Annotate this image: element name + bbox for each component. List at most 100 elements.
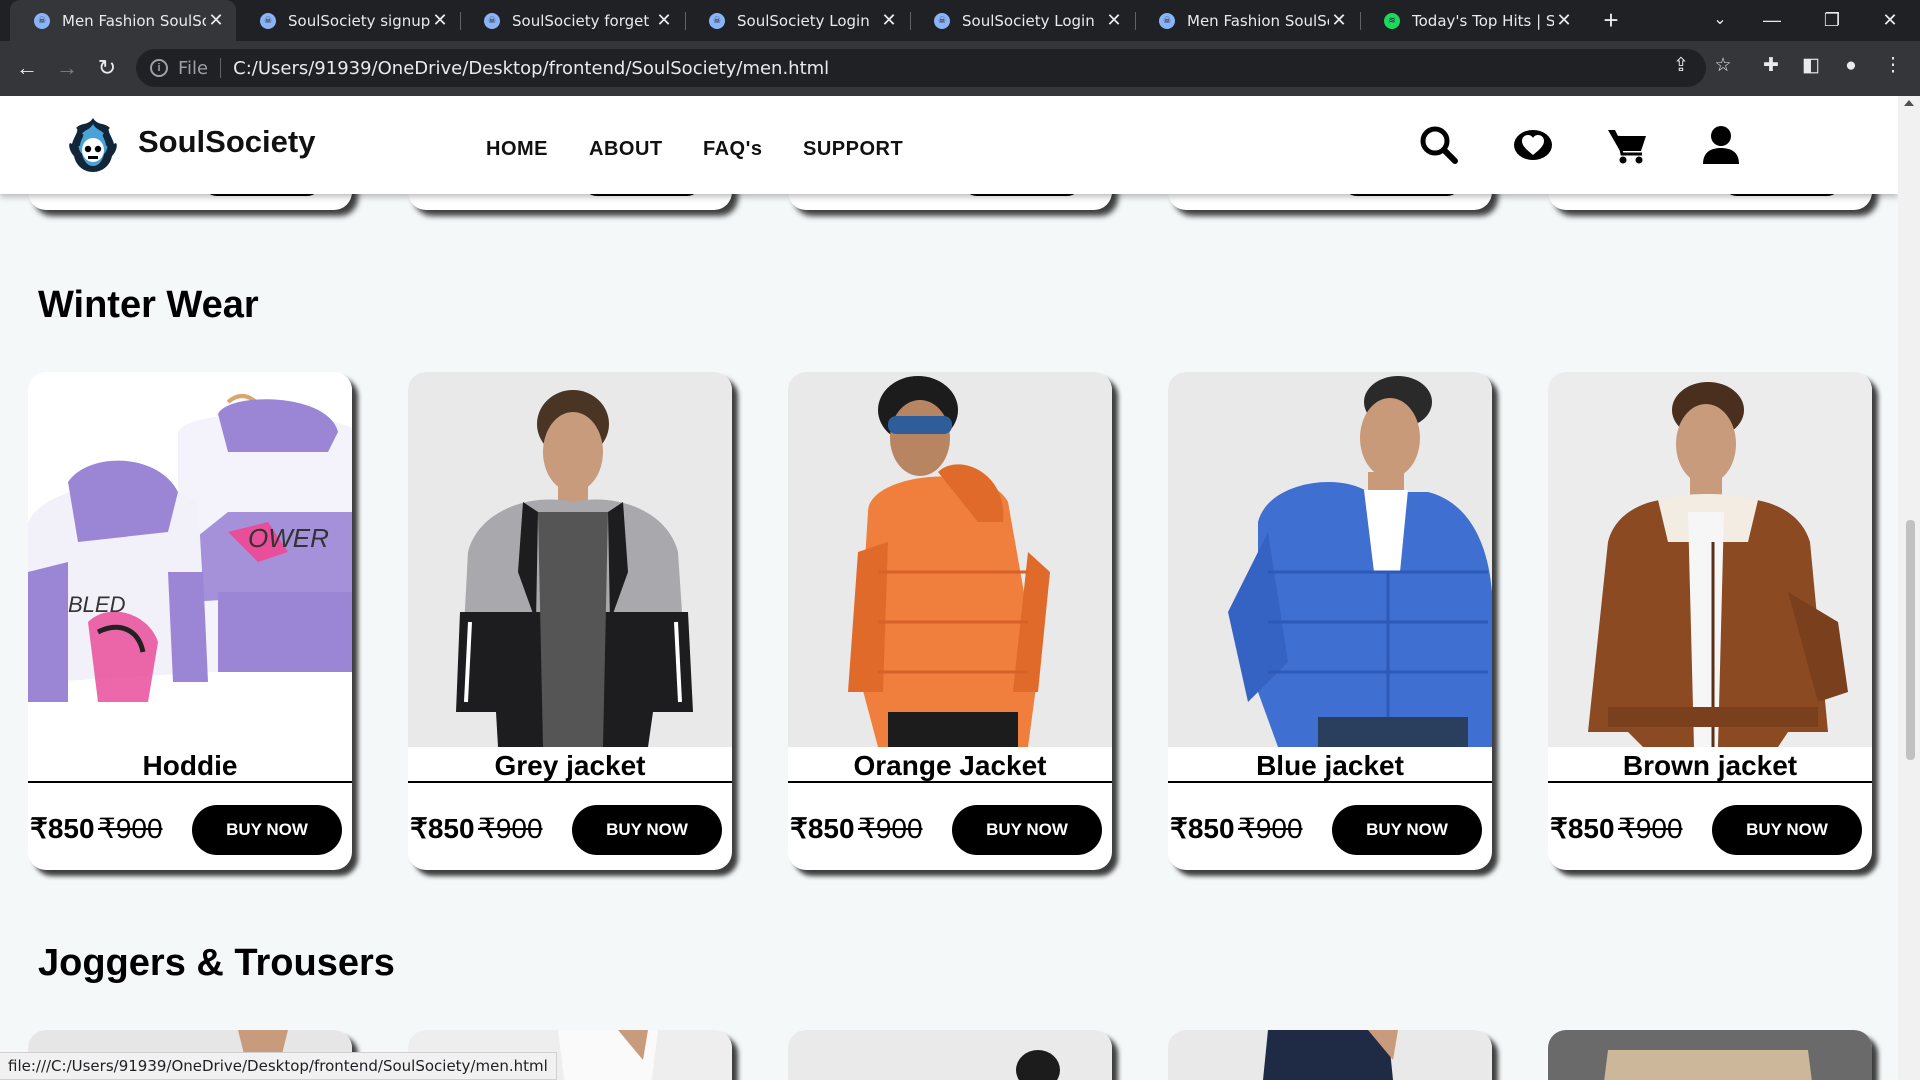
nav-about-link[interactable]: ABOUT <box>589 138 663 161</box>
soulsociety-favicon-icon: ☠ <box>934 12 950 29</box>
grey-jacket-illustration <box>456 390 693 747</box>
section-title-winter-wear: Winter Wear <box>38 284 259 326</box>
tab-title: Men Fashion SoulSoc <box>1187 11 1329 30</box>
product-image[interactable] <box>1548 372 1872 747</box>
cart-icon[interactable] <box>1606 124 1648 166</box>
product-price: ₹850 <box>1170 813 1235 844</box>
close-tab-icon[interactable]: ✕ <box>1554 10 1574 31</box>
product-name: Hoddie <box>142 750 238 781</box>
product-image[interactable] <box>788 372 1112 747</box>
product-price: ₹850 <box>410 813 475 844</box>
browser-tab-5[interactable]: ☠ Men Fashion SoulSoc ✕ <box>1135 0 1359 41</box>
nav-support-link[interactable]: SUPPORT <box>803 138 903 161</box>
product-name: Grey jacket <box>494 750 646 781</box>
address-url[interactable]: C:/Users/91939/OneDrive/Desktop/frontend… <box>233 58 829 79</box>
buy-now-button[interactable]: BUY NOW <box>1332 805 1482 855</box>
section-title-joggers-trousers: Joggers & Trousers <box>38 942 395 984</box>
product-card: Blue jacket ₹850 ₹900 BUY NOW <box>1168 372 1492 870</box>
card-divider <box>408 781 732 783</box>
site-header: SoulSociety HOME ABOUT FAQ's SUPPORT <box>0 96 1898 194</box>
close-tab-icon[interactable]: ✕ <box>879 10 899 31</box>
site-info-icon[interactable]: i <box>150 59 168 77</box>
product-name: Brown jacket <box>1622 750 1798 781</box>
address-bar[interactable]: i File C:/Users/91939/OneDrive/Desktop/f… <box>136 49 1706 87</box>
product-card-partial <box>1168 1030 1492 1080</box>
bookmark-star-icon[interactable]: ☆ <box>1708 51 1738 81</box>
search-icon[interactable] <box>1418 124 1460 166</box>
buy-now-button[interactable]: BUY NOW <box>192 805 342 855</box>
soulsociety-favicon-icon: ☠ <box>709 12 725 29</box>
product-old-price: ₹900 <box>98 813 163 844</box>
product-old-price: ₹900 <box>1238 813 1303 844</box>
restore-button[interactable]: ❐ <box>1802 0 1862 41</box>
heart-icon[interactable] <box>1512 124 1554 166</box>
close-tab-icon[interactable]: ✕ <box>430 10 450 31</box>
product-old-price: ₹900 <box>1618 813 1683 844</box>
hoodie-illustration: OWER BLED <box>28 394 352 702</box>
buy-now-button[interactable]: BUY NOW <box>952 805 1102 855</box>
tab-title: SoulSociety Login <box>962 11 1095 30</box>
soulsociety-favicon-icon: ☠ <box>34 12 50 29</box>
card-divider <box>28 781 352 783</box>
tab-title: SoulSociety forget pa <box>512 11 654 30</box>
browser-tab-1[interactable]: ☠ SoulSociety signup pa ✕ <box>236 0 460 41</box>
new-tab-button[interactable]: + <box>1596 6 1626 36</box>
menu-kebab-icon[interactable]: ⋮ <box>1878 51 1908 81</box>
profile-icon[interactable]: ● <box>1836 51 1866 81</box>
close-tab-icon[interactable]: ✕ <box>1329 10 1349 31</box>
product-image-partial[interactable] <box>1168 1030 1492 1080</box>
minimize-button[interactable]: — <box>1742 0 1802 41</box>
brand-name[interactable]: SoulSociety <box>138 124 315 160</box>
status-bar-url: file:///C:/Users/91939/OneDrive/Desktop/… <box>0 1052 557 1080</box>
product-image[interactable] <box>408 372 732 747</box>
scrollbar-thumb[interactable] <box>1906 520 1915 760</box>
product-card-partial <box>788 1030 1112 1080</box>
tab-title: SoulSociety signup pa <box>288 11 430 30</box>
browser-tab-3[interactable]: ☠ SoulSociety Login ✕ <box>685 0 909 41</box>
soulsociety-logo-icon[interactable] <box>62 114 124 176</box>
product-card: Grey jacket ₹850 ₹900 BUY NOW <box>408 372 732 870</box>
spotify-favicon-icon: ≋ <box>1384 12 1400 29</box>
svg-text:OWER: OWER <box>248 523 329 553</box>
nav-faqs-link[interactable]: FAQ's <box>703 138 763 161</box>
svg-text:BLED: BLED <box>68 592 126 617</box>
address-separator <box>220 58 222 78</box>
scroll-up-arrow-icon[interactable] <box>1904 100 1914 106</box>
buy-now-button[interactable]: BUY NOW <box>572 805 722 855</box>
reload-button[interactable]: ↻ <box>90 51 124 85</box>
tab-search-chevron-icon[interactable]: ⌄ <box>1690 0 1750 41</box>
browser-tab-6[interactable]: ≋ Today's Top Hits | Spo ✕ <box>1360 0 1584 41</box>
product-name: Blue jacket <box>1256 750 1404 781</box>
page-viewport: SoulSociety HOME ABOUT FAQ's SUPPORT Win… <box>0 96 1898 1080</box>
soulsociety-favicon-icon: ☠ <box>484 12 500 29</box>
product-image-partial[interactable] <box>1548 1030 1872 1080</box>
close-tab-icon[interactable]: ✕ <box>654 10 674 31</box>
browser-toolbar: ← → ↻ i File C:/Users/91939/OneDrive/Des… <box>0 41 1920 96</box>
side-panel-icon[interactable]: ◧ <box>1796 51 1826 81</box>
product-price: ₹850 <box>30 813 95 844</box>
tab-title: SoulSociety Login <box>737 11 870 30</box>
tab-title: Men Fashion SoulSoci <box>62 11 206 30</box>
share-icon[interactable]: ⇪ <box>1666 51 1696 81</box>
buy-now-button[interactable]: BUY NOW <box>1712 805 1862 855</box>
close-tab-icon[interactable]: ✕ <box>1104 10 1124 31</box>
brown-jacket-illustration <box>1588 382 1848 747</box>
browser-tab-0[interactable]: ☠ Men Fashion SoulSoci ✕ <box>10 0 236 41</box>
browser-tab-4[interactable]: ☠ SoulSociety Login ✕ <box>910 0 1134 41</box>
product-price: ₹850 <box>790 813 855 844</box>
product-image[interactable] <box>1168 372 1492 747</box>
product-image[interactable]: OWER BLED <box>28 372 352 747</box>
nav-home-link[interactable]: HOME <box>486 138 548 161</box>
browser-tab-2[interactable]: ☠ SoulSociety forget pa ✕ <box>460 0 684 41</box>
product-image-partial[interactable] <box>788 1030 1112 1080</box>
blue-jacket-illustration <box>1228 376 1492 747</box>
forward-button[interactable]: → <box>50 51 84 85</box>
product-card-partial <box>1548 1030 1872 1080</box>
close-window-button[interactable]: ✕ <box>1860 0 1920 41</box>
user-icon[interactable] <box>1700 124 1742 166</box>
product-name: Orange Jacket <box>853 750 1047 781</box>
close-tab-icon[interactable]: ✕ <box>206 10 226 31</box>
extensions-icon[interactable]: ✚ <box>1756 51 1786 81</box>
back-button[interactable]: ← <box>10 51 44 85</box>
product-old-price: ₹900 <box>858 813 923 844</box>
